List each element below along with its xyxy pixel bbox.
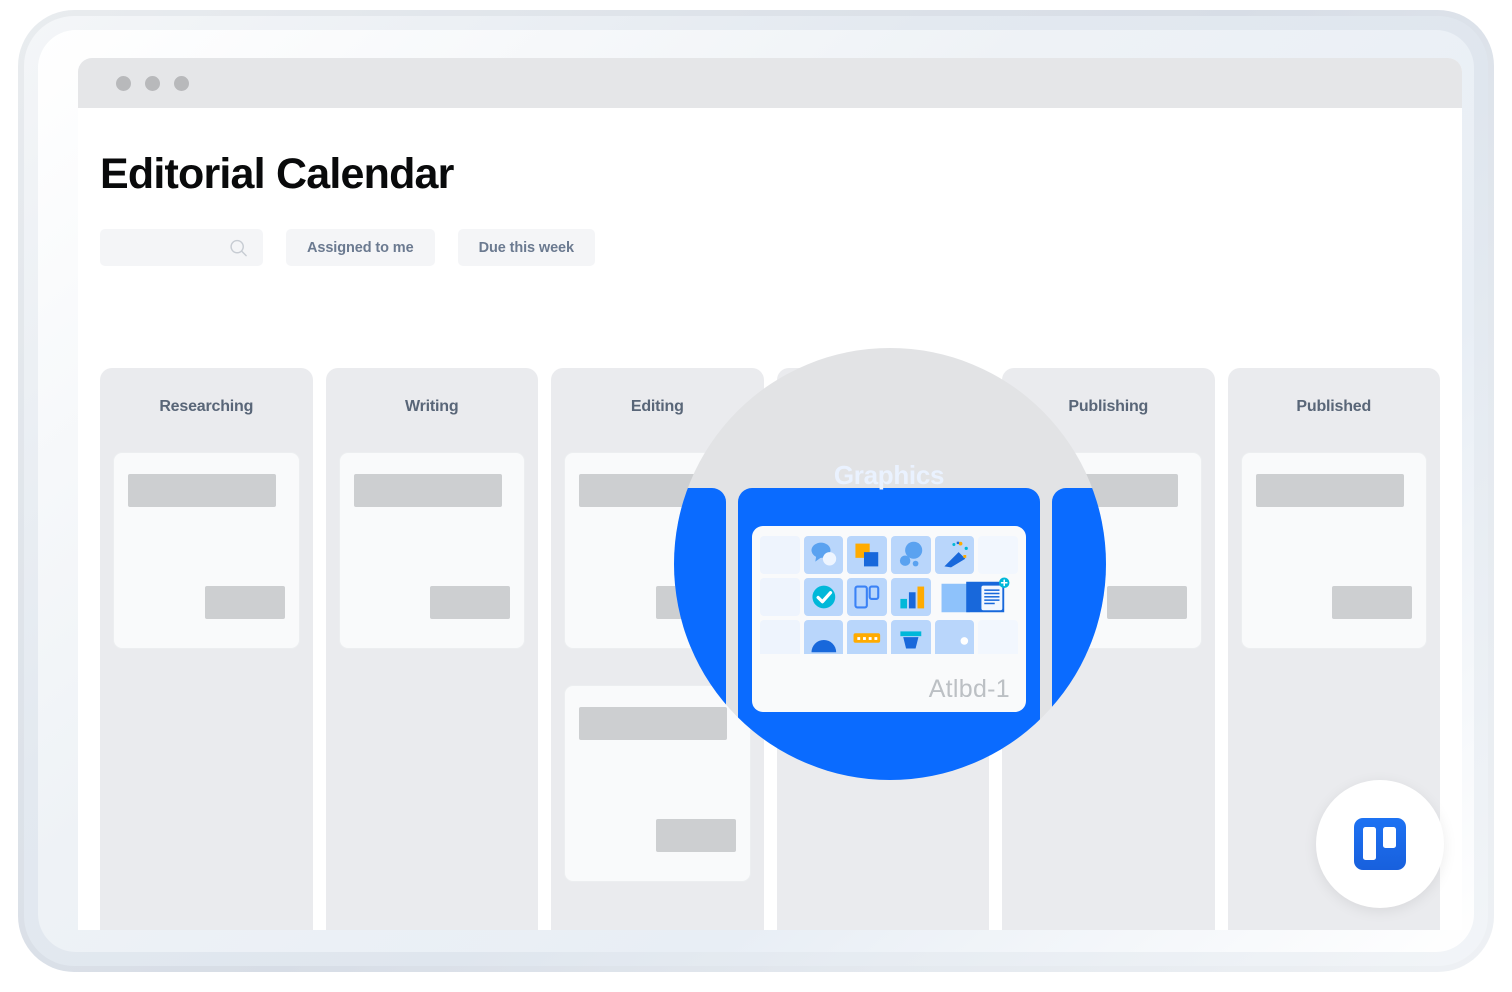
filter-due-this-week[interactable]: Due this week [457,229,595,266]
grid-tile-empty [978,536,1018,574]
trello-bar-right [1383,827,1396,848]
card-placeholder-title [128,474,276,507]
page-body: Editorial Calendar Assigned to me Due th… [78,108,1462,930]
card-placeholder-meta [430,586,510,619]
column-title: Published [1296,398,1372,415]
board-card[interactable] [338,452,525,649]
card-placeholder-meta [655,819,736,852]
board-column-researching[interactable]: Researching [100,368,313,930]
device-frame: Editorial Calendar Assigned to me Due th… [18,10,1494,972]
card-placeholder-title [1255,474,1404,507]
trello-logo-icon [1354,818,1406,870]
overlapping-squares-icon [847,536,887,574]
board-card[interactable] [113,452,300,649]
board-toolbar: Assigned to me Due this week [100,229,1440,266]
dot-corner-icon [934,620,975,654]
search-icon [230,239,247,256]
grid-tile-empty [760,536,800,574]
window-minimize-button[interactable] [145,75,160,91]
magnified-column-left [674,488,726,780]
magnifier-overlay: Graphics Atlbd-1 [674,348,1106,780]
magnified-card[interactable]: Atlbd-1 [752,526,1026,712]
column-title: Writing [405,398,459,415]
board-card[interactable] [1240,452,1427,649]
filter-assigned-to-me[interactable]: Assigned to me [286,229,435,266]
magnified-card-title: Graphics [833,460,945,490]
trello-badge[interactable] [1316,780,1444,908]
cup-icon [891,620,931,654]
magnified-card-label: Atlbd-1 [928,675,1010,703]
page-title: Editorial Calendar [100,150,454,198]
filter-label: Assigned to me [307,239,414,256]
ticket-strip-icon [847,620,887,654]
icon-grid [760,536,1018,654]
card-placeholder-meta [1106,586,1187,619]
browser-titlebar [78,58,1462,108]
grid-tile-empty [978,620,1018,654]
trello-bar-left [1363,827,1376,860]
circles-icon [891,536,931,574]
magnifier-content: Graphics Atlbd-1 [674,348,1106,780]
board-column-writing[interactable]: Writing [325,368,538,930]
speech-bubbles-icon [803,536,844,574]
window-maximize-button[interactable] [174,75,189,91]
bar-chart-icon [891,578,931,616]
column-title: Researching [159,398,254,415]
folder-document-add-icon [935,577,1018,616]
grid-tile-empty [760,620,800,654]
filter-label: Due this week [478,239,575,256]
arc-shape-icon [803,620,844,654]
card-placeholder-meta [1332,586,1412,619]
party-popper-icon [934,536,975,574]
grid-tile-empty [760,578,800,616]
card-placeholder-title [353,474,502,507]
card-placeholder-meta [204,586,285,619]
check-circle-icon [803,578,844,616]
panels-icon [847,578,887,616]
browser-window: Editorial Calendar Assigned to me Due th… [78,58,1462,930]
search-input[interactable] [100,229,263,266]
magnified-column-right [1052,488,1106,780]
window-close-button[interactable] [116,75,131,91]
